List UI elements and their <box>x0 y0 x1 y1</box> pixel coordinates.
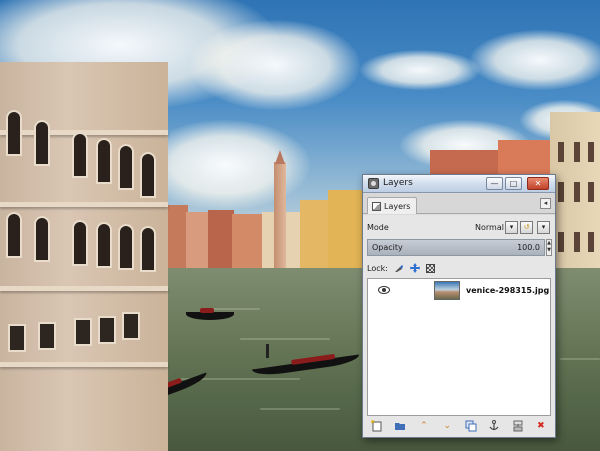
dialog-title: Layers <box>383 178 413 188</box>
mode-switch-icon[interactable]: ↺ <box>520 221 533 234</box>
delete-layer-icon[interactable]: ✖ <box>535 420 547 432</box>
raise-layer-icon[interactable]: ⌃ <box>418 420 430 432</box>
lock-row: Lock: <box>367 262 436 274</box>
duplicate-layer-icon[interactable] <box>465 420 477 432</box>
tab-layers-label: Layers <box>384 201 411 211</box>
mode-options-icon[interactable]: ▾ <box>537 221 550 234</box>
gimp-app-icon <box>368 178 379 189</box>
layers-icon <box>372 201 381 211</box>
close-button[interactable]: ✕ <box>527 177 549 190</box>
layer-row[interactable]: venice-298315.jpg <box>368 279 550 303</box>
lock-pixels-icon[interactable] <box>394 263 404 273</box>
opacity-spin-buttons[interactable]: ▲ ▼ <box>546 239 552 256</box>
mode-select-value[interactable]: Normal <box>475 223 504 232</box>
dock-tab-strip: Layers ◂ <box>363 194 555 214</box>
mode-label: Mode <box>367 223 389 232</box>
layer-list[interactable]: venice-298315.jpg <box>367 278 551 416</box>
layer-thumbnail <box>434 281 460 300</box>
lock-label: Lock: <box>367 263 388 273</box>
dialog-titlebar[interactable]: Layers — □ ✕ <box>363 175 555 193</box>
merge-down-icon[interactable] <box>512 420 524 432</box>
lock-position-icon[interactable] <box>409 263 420 273</box>
layers-dialog: Layers — □ ✕ Layers ◂ Mode Normal ▾ ↺ ▾ … <box>362 174 556 438</box>
new-layer-icon[interactable] <box>370 419 383 432</box>
maximize-button[interactable]: □ <box>505 177 522 190</box>
layers-panel: Mode Normal ▾ ↺ ▾ Opacity 100.0 ▲ ▼ Lock: <box>363 215 555 437</box>
opacity-label: Opacity <box>372 243 403 252</box>
mode-dropdown-icon[interactable]: ▾ <box>505 221 518 234</box>
lock-alpha-icon[interactable] <box>426 263 436 273</box>
visibility-eye-icon[interactable] <box>378 286 390 294</box>
layers-bottom-toolbar: ⌃ ⌄ ✖ <box>367 419 551 434</box>
anchor-layer-icon[interactable] <box>488 420 500 432</box>
opacity-value: 100.0 <box>517 243 540 252</box>
tab-menu-button[interactable]: ◂ <box>540 198 551 209</box>
minimize-button[interactable]: — <box>486 177 503 190</box>
layer-name[interactable]: venice-298315.jpg <box>466 286 549 295</box>
opacity-slider[interactable]: Opacity 100.0 <box>367 239 545 256</box>
lower-layer-icon[interactable]: ⌄ <box>441 420 453 432</box>
mode-row: Mode Normal ▾ ↺ ▾ <box>367 220 551 235</box>
tab-layers[interactable]: Layers <box>367 197 418 214</box>
new-layer-group-icon[interactable] <box>394 420 406 432</box>
